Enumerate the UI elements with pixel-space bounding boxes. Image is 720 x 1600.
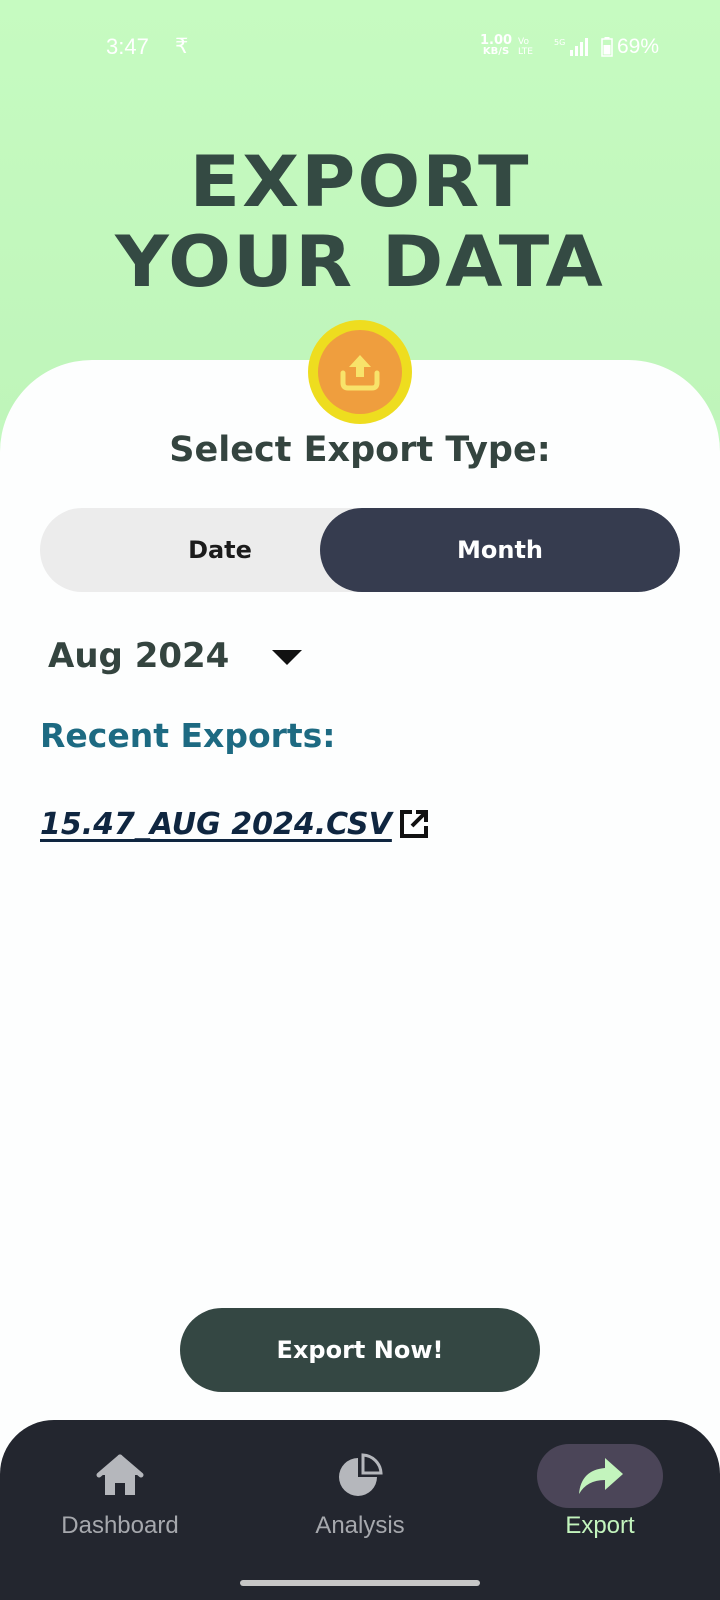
month-select-value: Aug 2024	[48, 636, 230, 676]
network-speed-unit: KB/S	[482, 46, 510, 57]
nav-label-dashboard: Dashboard	[61, 1512, 179, 1539]
home-indicator[interactable]	[240, 1580, 480, 1586]
nav-label-analysis: Analysis	[315, 1512, 405, 1539]
rupee-icon: ₹	[175, 34, 189, 58]
signal-icon: 5G	[554, 38, 588, 56]
nav-icon-wrap-analysis	[297, 1444, 423, 1508]
upload-badge-inner	[318, 330, 402, 414]
toggle-option-month[interactable]: Month	[320, 508, 680, 592]
open-external-icon[interactable]	[396, 806, 432, 842]
home-icon	[96, 1454, 144, 1495]
page-title-line-1: EXPORT	[189, 141, 531, 223]
volte-icon: Vo LTE	[518, 37, 533, 57]
volte-bottom: LTE	[518, 47, 533, 57]
share-arrow-icon	[579, 1458, 623, 1494]
upload-tray-icon	[340, 355, 380, 391]
upload-badge	[308, 320, 412, 424]
signal-5g-label: 5G	[554, 38, 565, 47]
nav-item-dashboard[interactable]: Dashboard	[0, 1420, 240, 1570]
export-type-label: Select Export Type:	[169, 430, 551, 470]
battery-icon	[601, 37, 613, 57]
status-bar: 3:47 ₹ 1.00 KB/S Vo LTE 5G 69%	[0, 30, 720, 66]
recent-export-link[interactable]: 15.47_AUG 2024.CSV	[40, 807, 392, 842]
page-title-line-2: YOUR DATA	[115, 221, 605, 303]
network-speed: 1.00 KB/S	[480, 34, 512, 57]
nav-item-export[interactable]: Export	[480, 1420, 720, 1570]
nav-label-export: Export	[565, 1512, 635, 1539]
nav-item-analysis[interactable]: Analysis	[240, 1420, 480, 1570]
month-select[interactable]: Aug 2024	[48, 626, 229, 686]
bottom-nav: Dashboard Analysis Export	[0, 1420, 720, 1600]
export-type-toggle[interactable]: Date Month	[40, 508, 680, 592]
recent-export-item[interactable]: 15.47_AUG 2024.CSV	[40, 806, 432, 842]
volte-top: Vo	[518, 37, 529, 47]
pie-chart-icon	[339, 1453, 383, 1496]
recent-exports-heading: Recent Exports:	[40, 716, 336, 755]
nav-icon-wrap-export	[537, 1444, 663, 1508]
status-time: 3:47	[106, 34, 149, 59]
chevron-down-icon[interactable]	[272, 650, 302, 665]
export-now-button[interactable]: Export Now!	[180, 1308, 540, 1392]
battery-level: 69%	[617, 35, 660, 58]
nav-icon-wrap-dashboard	[57, 1444, 183, 1508]
page-title: EXPORT YOUR DATA	[0, 142, 720, 302]
